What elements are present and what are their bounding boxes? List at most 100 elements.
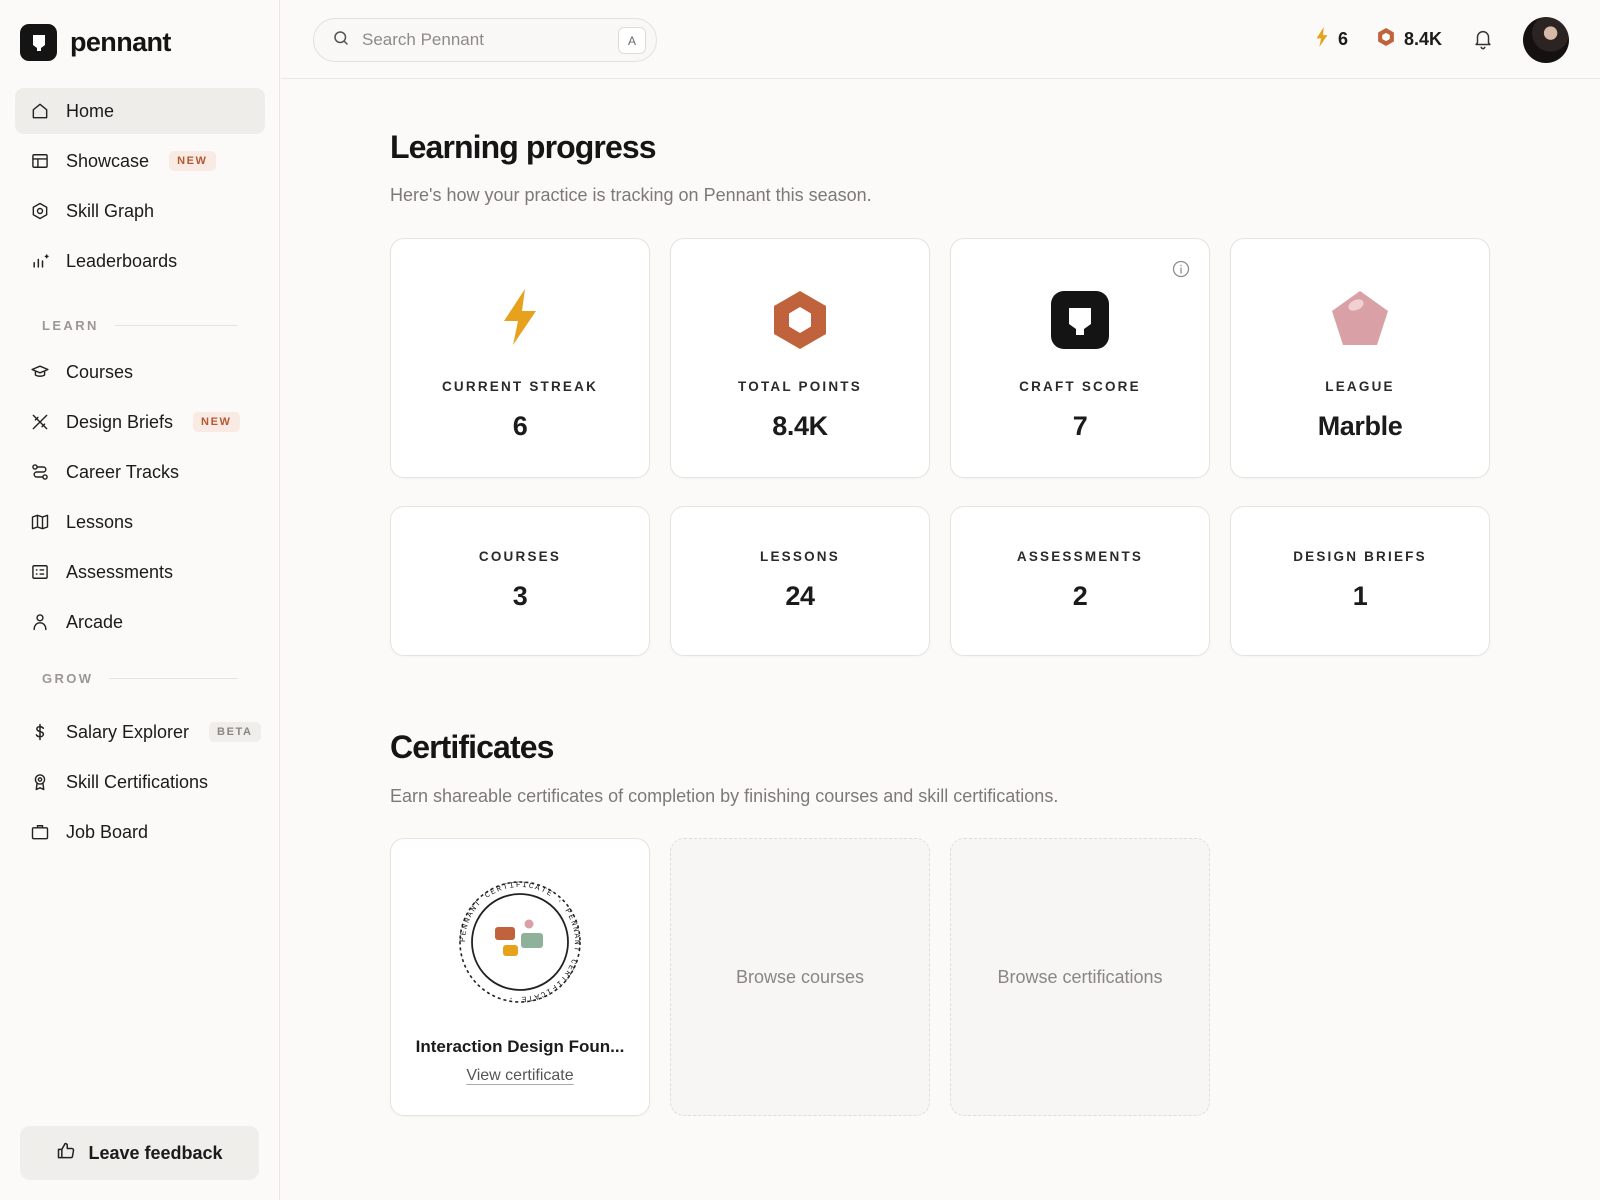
hexagon-points-icon [1377,27,1395,52]
sidebar-item-label: Courses [66,361,134,382]
sidebar-item-showcase[interactable]: Showcase NEW [15,138,265,184]
lightning-icon [391,289,649,345]
sidebar-item-label: Salary Explorer [66,721,190,742]
stat-label: CRAFT SCORE [1019,379,1141,394]
stat-card-current-streak[interactable]: CURRENT STREAK 6 [390,238,650,478]
page-subtitle: Here's how your practice is tracking on … [390,185,872,205]
pentagon-gem-icon [1231,289,1489,347]
lightning-icon [1315,27,1329,52]
stat-card-total-points[interactable]: TOTAL POINTS 8.4K [670,238,930,478]
certificate-seal-icon: PENNANT CERTIFICATE · PENNANT CERTIFICAT… [391,879,649,1005]
page-title: Learning progress [390,129,657,165]
stat-label: TOTAL POINTS [738,379,862,394]
sidebar-item-assessments[interactable]: Assessments [15,549,265,595]
sidebar-item-label: Design Briefs [66,411,174,432]
count-label: DESIGN BRIEFS [1293,549,1427,564]
hexagon-icon [29,200,51,222]
briefcase-icon [29,821,51,843]
certificate-card[interactable]: PENNANT CERTIFICATE · PENNANT CERTIFICAT… [390,838,650,1116]
browse-courses-label: Browse courses [735,966,865,987]
thumbs-up-icon [56,1141,76,1166]
grow-nav: Salary Explorer BETA Skill Certification… [15,709,265,859]
certificates-title: Certificates [390,729,554,765]
topbar: A 6 8.4K [281,0,1600,79]
sidebar-item-label: Skill Certifications [66,771,209,792]
points-indicator[interactable]: 8.4K [1377,27,1442,52]
sidebar-item-skill-graph[interactable]: Skill Graph [15,188,265,234]
layout-icon [29,150,51,172]
streak-indicator[interactable]: 6 [1315,27,1348,52]
count-value: 24 [785,581,815,611]
sidebar-item-label: Arcade [66,611,124,632]
divider [114,325,238,326]
avatar[interactable] [1523,17,1569,63]
tools-icon [29,411,51,433]
view-certificate-link[interactable]: View certificate [391,1067,649,1085]
sidebar-item-career-tracks[interactable]: Career Tracks [15,449,265,495]
info-icon[interactable] [1171,259,1191,279]
learn-nav: Courses Design Briefs NEW Career Tracks … [15,349,265,649]
sidebar-item-label: Skill Graph [66,200,155,221]
divider [109,678,238,679]
count-card-assessments[interactable]: ASSESSMENTS 2 [950,506,1210,656]
count-label: COURSES [478,549,562,564]
count-card-lessons[interactable]: LESSONS 24 [670,506,930,656]
sidebar-item-label: Lessons [66,511,134,532]
points-count: 8.4K [1404,29,1443,49]
hexagon-points-icon [671,289,929,351]
stat-value: 8.4K [772,411,828,441]
count-value: 2 [1072,581,1088,611]
stat-value: 6 [512,411,528,441]
stat-card-craft-score[interactable]: CRAFT SCORE 7 [950,238,1210,478]
count-value: 3 [512,581,528,611]
search-box[interactable]: A [313,18,657,62]
browse-certifications-label: Browse certifications [997,966,1163,987]
person-icon [29,611,51,633]
graduation-cap-icon [29,361,51,383]
browse-certifications-card[interactable]: Browse certifications [950,838,1210,1116]
new-badge: NEW [193,412,240,432]
sidebar-item-salary-explorer[interactable]: Salary Explorer BETA [15,709,265,755]
grow-section-heading: GROW [42,671,238,686]
sidebar-item-lessons[interactable]: Lessons [15,499,265,545]
sidebar-item-job-board[interactable]: Job Board [15,809,265,855]
sidebar-item-design-briefs[interactable]: Design Briefs NEW [15,399,265,445]
count-label: ASSESSMENTS [1016,549,1144,564]
sidebar-item-home[interactable]: Home [15,88,265,134]
view-certificate-label: View certificate [466,1067,574,1084]
beta-badge: BETA [209,722,261,742]
stat-label: LEAGUE [1325,379,1395,394]
search-icon [332,29,350,52]
certificates-subtitle: Earn shareable certificates of completio… [390,786,1059,806]
stat-value: Marble [1317,411,1403,441]
main-nav: Home Showcase NEW Skill Graph Leaderboar… [15,88,265,288]
count-label: LESSONS [760,549,840,564]
sidebar-item-courses[interactable]: Courses [15,349,265,395]
bell-icon[interactable] [1472,28,1496,52]
sidebar-item-label: Job Board [66,821,149,842]
stat-card-league[interactable]: LEAGUE Marble [1230,238,1490,478]
stat-value: 7 [1072,411,1088,441]
brand-name: pennant [70,27,171,57]
count-card-design-briefs[interactable]: DESIGN BRIEFS 1 [1230,506,1490,656]
pennant-logo-icon [20,24,57,61]
count-card-courses[interactable]: COURSES 3 [390,506,650,656]
search-input[interactable] [362,30,602,50]
sidebar-item-arcade[interactable]: Arcade [15,599,265,645]
sidebar-item-skill-certifications[interactable]: Skill Certifications [15,759,265,805]
route-icon [29,461,51,483]
brand[interactable]: pennant [20,24,171,61]
sidebar: pennant Home Showcase NEW Skill Graph Le… [0,0,280,1200]
sidebar-item-label: Career Tracks [66,461,180,482]
home-icon [29,100,51,122]
leave-feedback-button[interactable]: Leave feedback [20,1126,259,1180]
craft-badge-icon [951,291,1209,349]
sidebar-item-label: Showcase [66,150,150,171]
leave-feedback-label: Leave feedback [88,1142,223,1163]
bar-chart-icon [29,250,51,272]
browse-courses-card[interactable]: Browse courses [670,838,930,1116]
sidebar-item-leaderboards[interactable]: Leaderboards [15,238,265,284]
stat-label: CURRENT STREAK [441,379,599,394]
search-shortcut-key: A [618,27,646,54]
map-icon [29,511,51,533]
